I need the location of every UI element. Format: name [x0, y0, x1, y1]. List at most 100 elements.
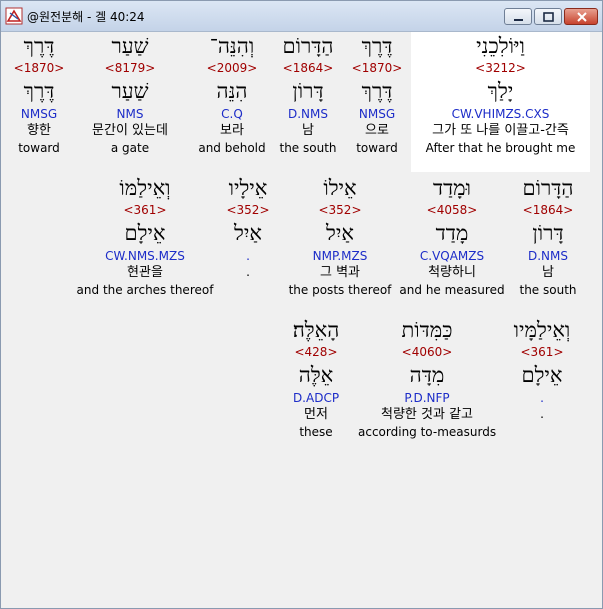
word-column[interactable]: הָאֵלֶּה׃ <428> אֵלֶּה D.ADCP 먼저 these — [282, 316, 350, 440]
morphology-code: NMP.MZS — [312, 249, 368, 263]
strong-number: <361> — [520, 345, 564, 359]
hebrew-word: וַיּוֹלִכֵנִי — [476, 34, 525, 58]
word-column[interactable]: וְהִנֵּה־ <2009> הִנֵּה C.Q 보라 and behol… — [195, 32, 269, 156]
english-gloss: these — [299, 425, 333, 439]
korean-gloss: 남 — [542, 265, 554, 280]
morphology-code: P.D.NFP — [404, 391, 450, 405]
hebrew-lemma: אֵילָם — [521, 363, 563, 387]
english-gloss: and behold — [198, 141, 266, 155]
strong-number: <1870> — [13, 61, 65, 75]
strong-number: <352> — [226, 203, 270, 217]
morphology-code: CW.VHIMZS.CXS — [451, 107, 550, 121]
close-icon — [577, 12, 587, 22]
morphology-code: . — [540, 391, 544, 405]
english-gloss: a gate — [110, 141, 150, 155]
hebrew-lemma: אַיִל — [326, 221, 354, 245]
english-gloss: toward — [356, 141, 398, 155]
strong-number: <8179> — [104, 61, 156, 75]
app-window: @원전분해 - 겔 40:24 וַיּוֹלִכֵנִי <3212> יָל… — [0, 0, 603, 609]
word-column[interactable]: דֶּרֶךְ <1870> דֶּרֶךְ NMSG 으로 toward — [348, 32, 406, 156]
morphology-code: NMSG — [20, 107, 58, 121]
strong-number: <1870> — [351, 61, 403, 75]
morphology-code: . — [246, 249, 250, 263]
hebrew-word: הָאֵלֶּה׃ — [292, 318, 340, 342]
word-column[interactable]: וְאֵילַמָּיו <361> אֵילָם . . — [502, 316, 582, 422]
english-gloss: according to-measurds — [358, 425, 497, 439]
korean-gloss: 으로 — [365, 123, 389, 138]
english-gloss: . — [540, 407, 544, 421]
hebrew-word: דֶּרֶךְ — [23, 34, 55, 58]
hebrew-word: וְאֵילַמּוֹ — [119, 176, 171, 200]
english-gloss: toward — [18, 141, 60, 155]
word-column[interactable]: וְאֵילַמּוֹ <361> אֵילָם CW.NMS.MZS 현관을 … — [76, 174, 214, 298]
korean-gloss: 척량한 것과 같고 — [381, 407, 473, 422]
hebrew-lemma: אַיִל — [234, 221, 262, 245]
hebrew-lemma: דָּרוֹן — [292, 79, 324, 103]
word-column[interactable]: הַדָּרוֹם <1864> דָּרוֹן D.NMS 남 the sou… — [272, 32, 344, 156]
strong-number: <361> — [123, 203, 167, 217]
hebrew-word: וְאֵילַמָּיו — [513, 318, 571, 342]
hebrew-word: כַּמִּדּוֹת — [401, 318, 453, 342]
word-column[interactable]: שַׁעַר <8179> שַׁעַר NMS 문간이 있는데 a gate — [78, 32, 182, 156]
word-column[interactable]: וּמָדַד <4058> מָדַד C.VQAMZS 척량하니 and h… — [399, 174, 505, 298]
app-logo-icon — [5, 7, 23, 25]
korean-gloss: 보라 — [220, 123, 244, 138]
morphology-code: C.Q — [221, 107, 243, 121]
hebrew-word: אֵילוֹ — [323, 176, 357, 200]
morphology-code: NMS — [116, 107, 144, 121]
korean-gloss: 척량하니 — [428, 265, 476, 280]
hebrew-word: אֵילָיו — [228, 176, 268, 200]
title-bar[interactable]: @원전분해 - 겔 40:24 — [1, 1, 602, 32]
korean-gloss: 먼저 — [304, 407, 328, 422]
hebrew-word: שַׁעַר — [111, 34, 149, 58]
hebrew-lemma: אֵלֶּה — [298, 363, 334, 387]
hebrew-word: דֶּרֶךְ — [361, 34, 393, 58]
word-column[interactable]: דֶּרֶךְ <1870> דֶּרֶךְ NMSG 향한 toward — [10, 32, 68, 156]
word-column[interactable]: כַּמִּדּוֹת <4060> מִדָּה P.D.NFP 척량한 것과… — [358, 316, 496, 440]
hebrew-lemma: מִדָּה — [409, 363, 445, 387]
hebrew-word: הַדָּרוֹם — [282, 34, 334, 58]
english-gloss: After that he brought me — [425, 141, 576, 155]
hebrew-lemma: דָּרוֹן — [532, 221, 564, 245]
morphology-code: D.NMS — [287, 107, 328, 121]
morphology-code: D.ADCP — [292, 391, 340, 405]
maximize-button[interactable] — [534, 8, 562, 25]
hebrew-lemma: אֵילָם — [124, 221, 166, 245]
hebrew-lemma: הִנֵּה — [216, 79, 248, 103]
word-column[interactable]: וַיּוֹלִכֵנִי <3212> יָלַךְ CW.VHIMZS.CX… — [411, 32, 590, 172]
strong-number: <2009> — [206, 61, 258, 75]
korean-gloss: 향한 — [27, 123, 51, 138]
korean-gloss: 남 — [302, 123, 314, 138]
hebrew-word: וּמָדַד — [432, 176, 472, 200]
strong-number: <3212> — [475, 61, 526, 75]
strong-number: <352> — [318, 203, 362, 217]
word-column[interactable]: הַדָּרוֹם <1864> דָּרוֹן D.NMS 남 the sou… — [510, 174, 586, 298]
english-gloss: and he measured — [399, 283, 505, 297]
window-title: @원전분해 - 겔 40:24 — [27, 10, 145, 24]
minimize-icon — [514, 19, 523, 21]
morphology-code: NMSG — [358, 107, 396, 121]
korean-gloss: 문간이 있는데 — [92, 123, 168, 138]
interlinear-view: וַיּוֹלִכֵנִי <3212> יָלַךְ CW.VHIMZS.CX… — [2, 32, 602, 608]
word-column[interactable]: אֵילוֹ <352> אַיִל NMP.MZS 그 벽과 the post… — [287, 174, 393, 298]
close-button[interactable] — [564, 8, 598, 25]
korean-gloss: 현관을 — [127, 265, 163, 280]
english-gloss: the south — [279, 141, 337, 155]
strong-number: <1864> — [282, 61, 334, 75]
hebrew-lemma: דֶּרֶךְ — [361, 79, 393, 103]
hebrew-lemma: דֶּרֶךְ — [23, 79, 55, 103]
morphology-code: D.NMS — [527, 249, 568, 263]
strong-number: <4058> — [426, 203, 478, 217]
word-column[interactable]: אֵילָיו <352> אַיִל . . — [215, 174, 281, 280]
morphology-code: CW.NMS.MZS — [105, 249, 185, 263]
hebrew-lemma: שַׁעַר — [111, 79, 149, 103]
hebrew-lemma: מָדַד — [435, 221, 469, 245]
strong-number: <1864> — [522, 203, 574, 217]
korean-gloss: 그 벽과 — [319, 265, 360, 280]
strong-number: <4060> — [401, 345, 453, 359]
strong-number: <428> — [294, 345, 338, 359]
morphology-code: C.VQAMZS — [419, 249, 485, 263]
minimize-button[interactable] — [504, 8, 532, 25]
korean-gloss: 그가 또 나를 이끌고-간즉 — [432, 123, 569, 138]
english-gloss: . — [246, 265, 250, 279]
